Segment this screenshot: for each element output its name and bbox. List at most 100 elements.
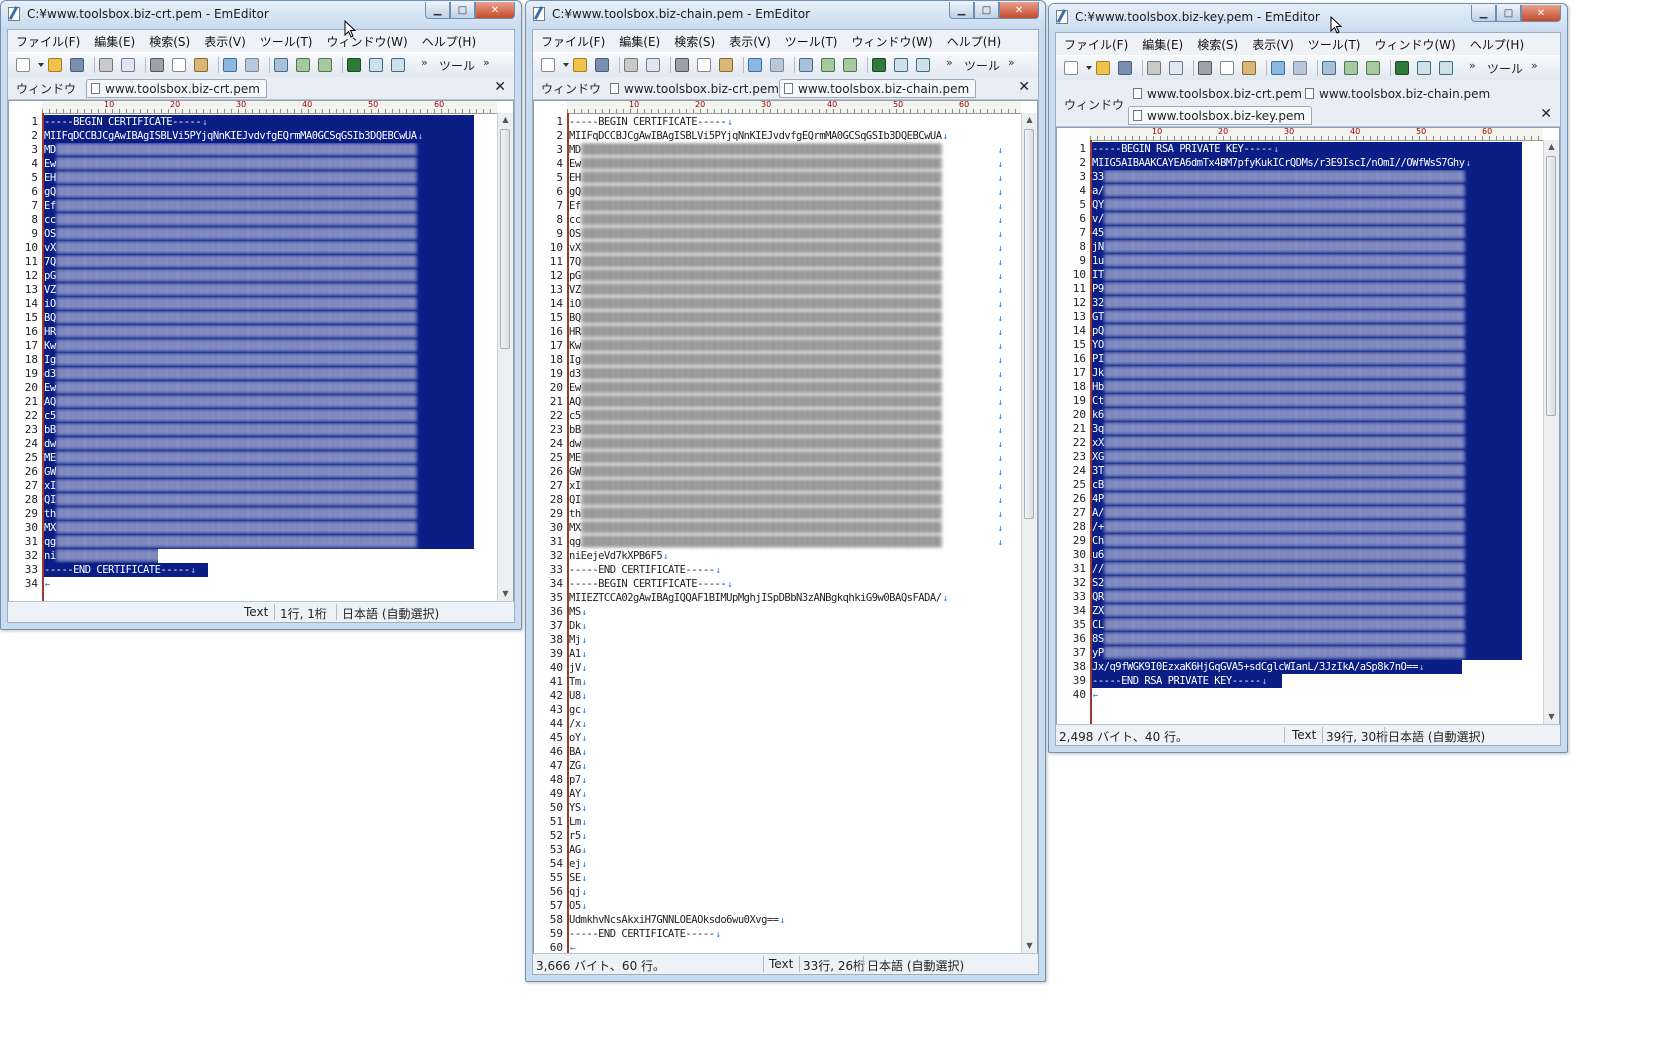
text-line[interactable]: MIIFqDCCBJCgAwIBAgISBLVi5PYjqNnKIEJvdvfg…	[569, 129, 948, 143]
text-line[interactable]: Lm↓	[569, 815, 587, 829]
text-line[interactable]: OS▒▒▒▒▒▒▒▒▒▒▒▒▒▒▒▒▒▒▒▒▒▒▒▒▒▒▒▒▒▒▒▒▒▒▒▒▒▒…	[44, 227, 474, 241]
text-line[interactable]: ej↓	[569, 857, 587, 871]
menu-view[interactable]: 表示(V)	[1252, 36, 1294, 53]
vertical-scrollbar[interactable]: ▲ ▼	[1543, 140, 1559, 724]
toolbar-overflow-icon[interactable]: »	[1469, 59, 1476, 72]
open-folder-icon[interactable]	[48, 58, 62, 72]
text-line[interactable]: Ef▒▒▒▒▒▒▒▒▒▒▒▒▒▒▒▒▒▒▒▒▒▒▒▒▒▒▒▒▒▒▒▒▒▒▒▒▒▒…	[44, 199, 474, 213]
text-line[interactable]: HR▒▒▒▒▒▒▒▒▒▒▒▒▒▒▒▒▒▒▒▒▒▒▒▒▒▒▒▒▒▒▒▒▒▒▒▒▒▒…	[569, 325, 1003, 339]
text-line[interactable]: VZ▒▒▒▒▒▒▒▒▒▒▒▒▒▒▒▒▒▒▒▒▒▒▒▒▒▒▒▒▒▒▒▒▒▒▒▒▒▒…	[44, 283, 474, 297]
text-line[interactable]: iO▒▒▒▒▒▒▒▒▒▒▒▒▒▒▒▒▒▒▒▒▒▒▒▒▒▒▒▒▒▒▒▒▒▒▒▒▒▒…	[44, 297, 474, 311]
redo-icon[interactable]	[1293, 61, 1307, 75]
text-line[interactable]: -----BEGIN CERTIFICATE-----↓	[44, 115, 474, 129]
tab-key[interactable]: www.toolsbox.biz-key.pem	[1128, 106, 1313, 125]
window-list-label[interactable]: ウィンドウ	[16, 80, 76, 97]
text-line[interactable]: SE↓	[569, 871, 587, 885]
text-line[interactable]: c5▒▒▒▒▒▒▒▒▒▒▒▒▒▒▒▒▒▒▒▒▒▒▒▒▒▒▒▒▒▒▒▒▒▒▒▒▒▒…	[569, 409, 1003, 423]
text-line[interactable]: th▒▒▒▒▒▒▒▒▒▒▒▒▒▒▒▒▒▒▒▒▒▒▒▒▒▒▒▒▒▒▒▒▒▒▒▒▒▒…	[569, 507, 1003, 521]
text-line[interactable]: GT▒▒▒▒▒▒▒▒▒▒▒▒▒▒▒▒▒▒▒▒▒▒▒▒▒▒▒▒▒▒▒▒▒▒▒▒▒▒…	[1092, 310, 1522, 324]
save-icon[interactable]	[1118, 61, 1132, 75]
menu-view[interactable]: 表示(V)	[729, 33, 771, 50]
paste-icon[interactable]	[194, 58, 208, 72]
text-line[interactable]: iO▒▒▒▒▒▒▒▒▒▒▒▒▒▒▒▒▒▒▒▒▒▒▒▒▒▒▒▒▒▒▒▒▒▒▒▒▒▒…	[569, 297, 1003, 311]
dropdown-icon[interactable]	[1086, 61, 1094, 75]
text-area[interactable]: -----BEGIN CERTIFICATE-----↓ MIIFqDCCBJCg…	[569, 113, 1021, 953]
text-line[interactable]: gc↓	[569, 703, 587, 717]
maximize-button[interactable]: □	[450, 2, 475, 19]
text-line[interactable]: dw▒▒▒▒▒▒▒▒▒▒▒▒▒▒▒▒▒▒▒▒▒▒▒▒▒▒▒▒▒▒▒▒▒▒▒▒▒▒…	[569, 437, 1003, 451]
text-line[interactable]: Ig▒▒▒▒▒▒▒▒▒▒▒▒▒▒▒▒▒▒▒▒▒▒▒▒▒▒▒▒▒▒▒▒▒▒▒▒▒▒…	[44, 353, 474, 367]
text-line[interactable]: MIIEZTCCA02gAwIBAgIQQAF1BIMUpMghjISpDBbN…	[569, 591, 948, 605]
menu-help[interactable]: ヘルプ(H)	[422, 33, 476, 50]
paste-icon[interactable]	[719, 58, 733, 72]
title-bar[interactable]: C:¥www.toolsbox.biz-key.pem - EmEditor ▁…	[1049, 4, 1567, 32]
toolbar-overflow-icon[interactable]: »	[1008, 56, 1015, 69]
text-line[interactable]: gQ▒▒▒▒▒▒▒▒▒▒▒▒▒▒▒▒▒▒▒▒▒▒▒▒▒▒▒▒▒▒▒▒▒▒▒▒▒▒…	[569, 185, 1003, 199]
tab-crt[interactable]: www.toolsbox.biz-crt.pem	[605, 79, 786, 98]
find-prev-icon[interactable]	[843, 58, 857, 72]
close-tab-icon[interactable]: ✕	[1018, 79, 1030, 95]
text-line[interactable]: Ef▒▒▒▒▒▒▒▒▒▒▒▒▒▒▒▒▒▒▒▒▒▒▒▒▒▒▒▒▒▒▒▒▒▒▒▒▒▒…	[569, 199, 1003, 213]
scroll-down-icon[interactable]: ▼	[1022, 939, 1037, 953]
print-icon[interactable]	[1147, 61, 1161, 75]
text-line[interactable]: YS↓	[569, 801, 587, 815]
close-window-button[interactable]: ✕	[999, 2, 1039, 19]
toolbar-overflow-icon[interactable]: »	[1531, 59, 1538, 72]
menu-file[interactable]: ファイル(F)	[1064, 36, 1128, 53]
text-line[interactable]: Tm↓	[569, 675, 587, 689]
text-line[interactable]: CL▒▒▒▒▒▒▒▒▒▒▒▒▒▒▒▒▒▒▒▒▒▒▒▒▒▒▒▒▒▒▒▒▒▒▒▒▒▒…	[1092, 618, 1522, 632]
text-line[interactable]: O5↓	[569, 899, 587, 913]
text-line[interactable]: IT▒▒▒▒▒▒▒▒▒▒▒▒▒▒▒▒▒▒▒▒▒▒▒▒▒▒▒▒▒▒▒▒▒▒▒▒▒▒…	[1092, 268, 1522, 282]
text-line[interactable]: MIIFqDCCBJCgAwIBAgISBLVi5PYjqNnKIEJvdvfg…	[44, 129, 474, 143]
text-line[interactable]: YO▒▒▒▒▒▒▒▒▒▒▒▒▒▒▒▒▒▒▒▒▒▒▒▒▒▒▒▒▒▒▒▒▒▒▒▒▒▒…	[1092, 338, 1522, 352]
window-list-label[interactable]: ウィンドウ	[541, 80, 601, 97]
vertical-scrollbar[interactable]: ▲ ▼	[1021, 113, 1037, 953]
text-line[interactable]: Ew▒▒▒▒▒▒▒▒▒▒▒▒▒▒▒▒▒▒▒▒▒▒▒▒▒▒▒▒▒▒▒▒▒▒▒▒▒▒…	[569, 381, 1003, 395]
text-line[interactable]: QI▒▒▒▒▒▒▒▒▒▒▒▒▒▒▒▒▒▒▒▒▒▒▒▒▒▒▒▒▒▒▒▒▒▒▒▒▒▒…	[44, 493, 474, 507]
undo-icon[interactable]	[1271, 61, 1285, 75]
copy-icon[interactable]	[172, 58, 186, 72]
paste-icon[interactable]	[1242, 61, 1256, 75]
toggle-icon-b[interactable]	[916, 58, 930, 72]
text-line[interactable]: -----BEGIN RSA PRIVATE KEY-----↓	[1092, 142, 1522, 156]
text-line[interactable]: -----END CERTIFICATE-----↓	[569, 563, 721, 577]
tab-chain[interactable]: www.toolsbox.biz-chain.pem	[1300, 84, 1497, 103]
text-line[interactable]: -----BEGIN CERTIFICATE-----↓	[569, 115, 733, 129]
menu-search[interactable]: 検索(S)	[149, 33, 190, 50]
new-file-icon[interactable]	[16, 58, 30, 72]
text-line[interactable]: Kw▒▒▒▒▒▒▒▒▒▒▒▒▒▒▒▒▒▒▒▒▒▒▒▒▒▒▒▒▒▒▒▒▒▒▒▒▒▒…	[44, 339, 474, 353]
scroll-up-icon[interactable]: ▲	[1022, 113, 1037, 127]
text-line[interactable]: MS↓	[569, 605, 587, 619]
text-line[interactable]: vX▒▒▒▒▒▒▒▒▒▒▒▒▒▒▒▒▒▒▒▒▒▒▒▒▒▒▒▒▒▒▒▒▒▒▒▒▒▒…	[44, 241, 474, 255]
menu-search[interactable]: 検索(S)	[674, 33, 715, 50]
maximize-button[interactable]: □	[974, 2, 999, 19]
text-line[interactable]: ME▒▒▒▒▒▒▒▒▒▒▒▒▒▒▒▒▒▒▒▒▒▒▒▒▒▒▒▒▒▒▒▒▒▒▒▒▒▒…	[569, 451, 1003, 465]
print-icon[interactable]	[99, 58, 113, 72]
text-line[interactable]: GW▒▒▒▒▒▒▒▒▒▒▒▒▒▒▒▒▒▒▒▒▒▒▒▒▒▒▒▒▒▒▒▒▒▒▒▒▒▒…	[569, 465, 1003, 479]
text-line[interactable]: -----END CERTIFICATE-----↓	[44, 563, 208, 577]
menu-file[interactable]: ファイル(F)	[541, 33, 605, 50]
menu-tools[interactable]: ツール(T)	[260, 33, 313, 50]
find-prev-icon[interactable]	[1366, 61, 1380, 75]
dropdown-icon[interactable]	[563, 58, 571, 72]
text-line[interactable]: -----END CERTIFICATE-----↓	[569, 927, 721, 941]
text-line[interactable]: dw▒▒▒▒▒▒▒▒▒▒▒▒▒▒▒▒▒▒▒▒▒▒▒▒▒▒▒▒▒▒▒▒▒▒▒▒▒▒…	[44, 437, 474, 451]
menu-tools[interactable]: ツール(T)	[1308, 36, 1361, 53]
text-line[interactable]: QR▒▒▒▒▒▒▒▒▒▒▒▒▒▒▒▒▒▒▒▒▒▒▒▒▒▒▒▒▒▒▒▒▒▒▒▒▒▒…	[1092, 590, 1522, 604]
text-line[interactable]: ME▒▒▒▒▒▒▒▒▒▒▒▒▒▒▒▒▒▒▒▒▒▒▒▒▒▒▒▒▒▒▒▒▒▒▒▒▒▒…	[44, 451, 474, 465]
text-line[interactable]: Kw▒▒▒▒▒▒▒▒▒▒▒▒▒▒▒▒▒▒▒▒▒▒▒▒▒▒▒▒▒▒▒▒▒▒▒▒▒▒…	[569, 339, 1003, 353]
text-line[interactable]: a/▒▒▒▒▒▒▒▒▒▒▒▒▒▒▒▒▒▒▒▒▒▒▒▒▒▒▒▒▒▒▒▒▒▒▒▒▒▒…	[1092, 184, 1522, 198]
redo-icon[interactable]	[245, 58, 259, 72]
text-line[interactable]: pQ▒▒▒▒▒▒▒▒▒▒▒▒▒▒▒▒▒▒▒▒▒▒▒▒▒▒▒▒▒▒▒▒▒▒▒▒▒▒…	[1092, 324, 1522, 338]
menu-window[interactable]: ウィンドウ(W)	[852, 33, 933, 50]
text-line[interactable]: Ig▒▒▒▒▒▒▒▒▒▒▒▒▒▒▒▒▒▒▒▒▒▒▒▒▒▒▒▒▒▒▒▒▒▒▒▒▒▒…	[569, 353, 1003, 367]
menu-window[interactable]: ウィンドウ(W)	[327, 33, 408, 50]
view-mode-icon[interactable]	[347, 58, 361, 72]
text-line[interactable]: AQ▒▒▒▒▒▒▒▒▒▒▒▒▒▒▒▒▒▒▒▒▒▒▒▒▒▒▒▒▒▒▒▒▒▒▒▒▒▒…	[569, 395, 1003, 409]
text-line[interactable]: bB▒▒▒▒▒▒▒▒▒▒▒▒▒▒▒▒▒▒▒▒▒▒▒▒▒▒▒▒▒▒▒▒▒▒▒▒▒▒…	[44, 423, 474, 437]
cut-icon[interactable]	[675, 58, 689, 72]
text-line[interactable]: GW▒▒▒▒▒▒▒▒▒▒▒▒▒▒▒▒▒▒▒▒▒▒▒▒▒▒▒▒▒▒▒▒▒▒▒▒▒▒…	[44, 465, 474, 479]
toggle-icon-a[interactable]	[369, 58, 383, 72]
copy-icon[interactable]	[1220, 61, 1234, 75]
scroll-thumb[interactable]	[1024, 129, 1034, 519]
